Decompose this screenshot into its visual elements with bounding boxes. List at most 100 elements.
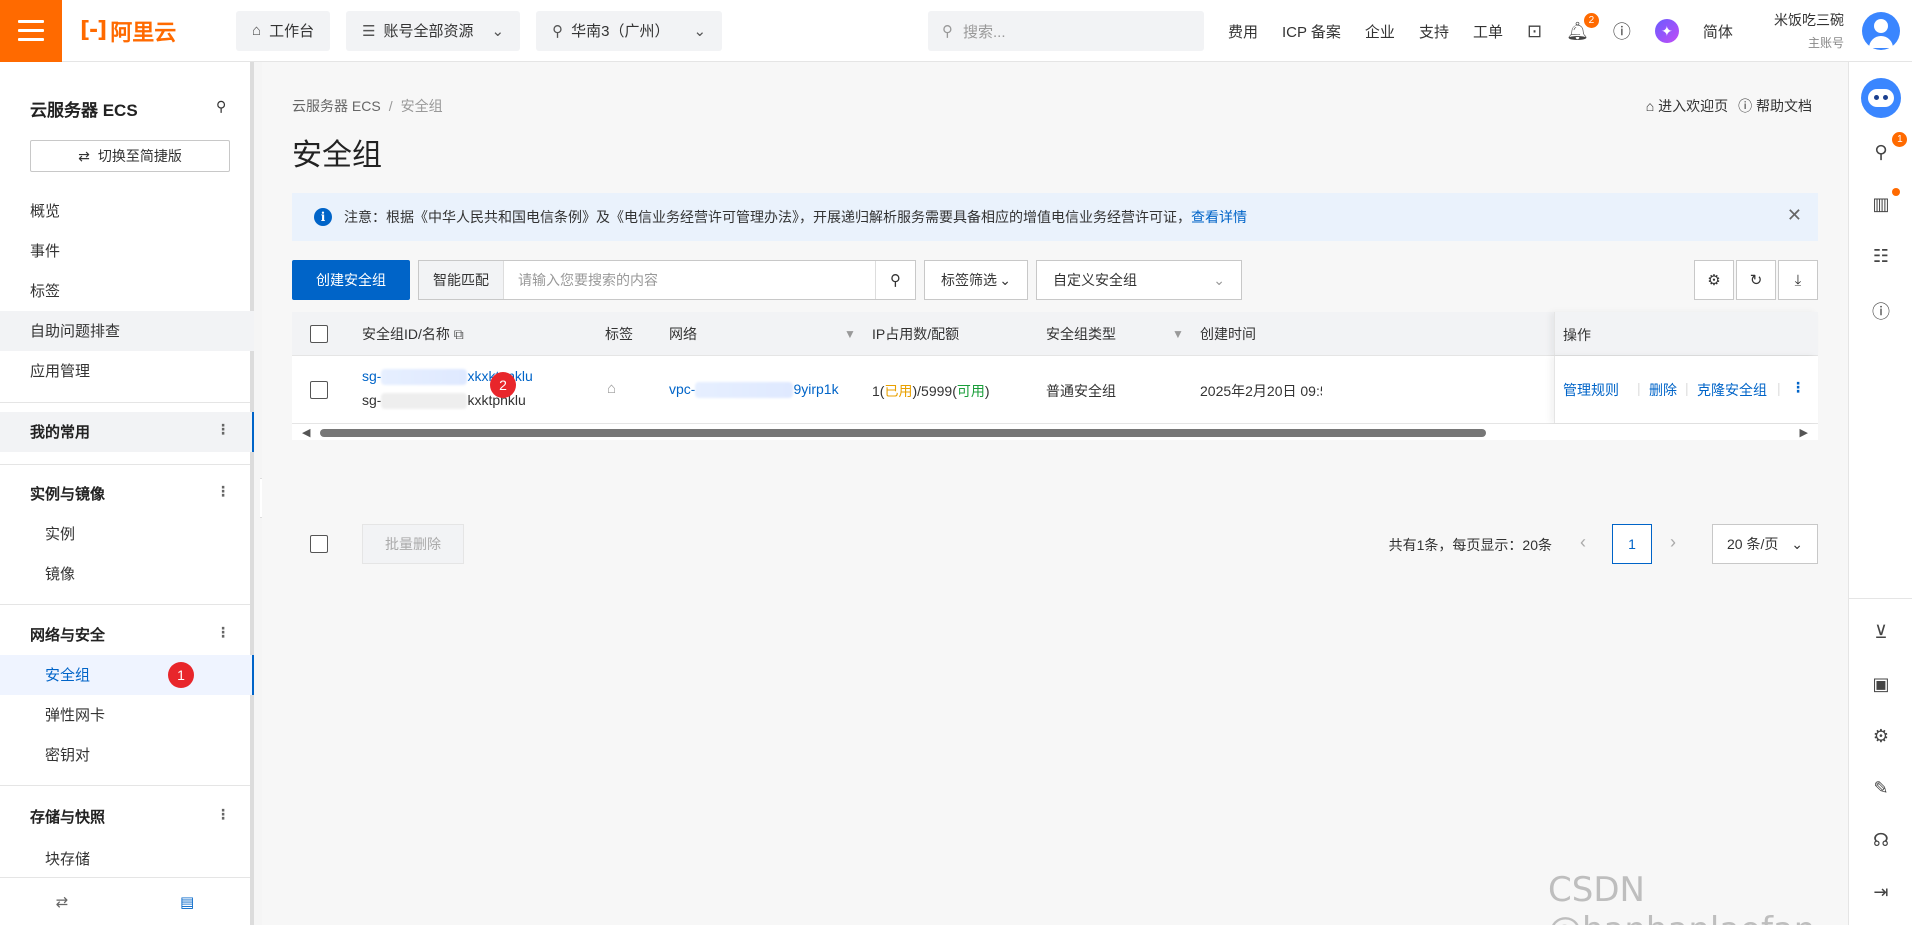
more-icon[interactable]: ⋮ — [216, 624, 230, 641]
help-icon[interactable]: ⓘ — [1613, 18, 1631, 44]
chevron-down-icon: ⌄ — [1213, 271, 1225, 288]
prev-page-icon[interactable]: ‹ — [1580, 532, 1586, 553]
row-checkbox[interactable] — [310, 380, 328, 399]
tag-icon[interactable]: ⌂ — [607, 380, 616, 397]
ai-assistant-icon[interactable]: ✦ — [1654, 19, 1679, 43]
custom-group-select[interactable]: 自定义安全组 ⌄ — [1036, 260, 1242, 300]
swap-icon[interactable]: ⇄ — [56, 893, 69, 911]
user-account[interactable]: 米饭吃三碗 主账号 — [1774, 10, 1844, 51]
notification-badge: 2 — [1583, 12, 1599, 28]
ip-usage: 1(已用)/5999(可用) — [872, 383, 990, 399]
header-network: 网络 — [669, 325, 697, 342]
breadcrumb-ecs[interactable]: 云服务器 ECS — [292, 98, 381, 114]
search-icon[interactable]: ⚲ 1 — [1849, 132, 1912, 163]
welcome-page-link[interactable]: ⌂ 进入欢迎页 — [1646, 96, 1728, 116]
pagination-summary: 共有1条，每页显示：20条 — [1388, 537, 1552, 553]
top-link-ticket[interactable]: 工单 — [1473, 21, 1503, 42]
scrollbar-thumb[interactable] — [320, 429, 1486, 437]
workbench-button[interactable]: ⌂ 工作台 — [236, 10, 331, 51]
message-icon[interactable]: ▤ — [180, 893, 194, 911]
sidebar-item-images[interactable]: 镜像 — [45, 563, 75, 584]
scroll-left-icon[interactable]: ◀ — [302, 426, 310, 439]
more-icon[interactable]: ⋮ — [216, 483, 230, 500]
main-content: 云服务器 ECS / 安全组 ⌂ 进入欢迎页 ⓘ 帮助文档 安全组 i 注意：根据《… — [262, 62, 1848, 925]
chevron-down-icon: ⌄ — [999, 271, 1011, 288]
sidebar-item-keypair[interactable]: 密钥对 — [45, 744, 90, 765]
select-all-checkbox[interactable] — [310, 324, 328, 343]
language-switch[interactable]: 简体 — [1703, 21, 1733, 42]
region-dropdown[interactable]: ⚲ 华南3（广州） ⌄ — [536, 10, 723, 51]
manage-rules-link[interactable]: 管理规则 — [1563, 380, 1619, 400]
sidebar-item-overview[interactable]: 概览 — [30, 200, 60, 221]
footer-select-all-checkbox[interactable] — [310, 535, 328, 553]
sidebar-item-app-management[interactable]: 应用管理 — [30, 360, 90, 381]
refresh-icon[interactable]: ↻ — [1736, 260, 1776, 300]
hamburger-menu-button[interactable] — [0, 0, 62, 62]
vpc-link[interactable]: vpc-x9yirp1k — [669, 381, 839, 399]
page-1-button[interactable]: 1 — [1612, 524, 1652, 564]
sidebar-group-instances[interactable]: 实例与镜像 — [30, 483, 105, 504]
top-link-support[interactable]: 支持 — [1419, 21, 1449, 42]
switch-simple-mode-button[interactable]: ⇄ 切换至简捷版 — [30, 140, 230, 172]
sidebar-item-events[interactable]: 事件 — [30, 240, 60, 261]
settings-icon[interactable]: ⚙ — [1694, 260, 1734, 300]
header-created: 创建时间 — [1200, 325, 1256, 342]
sidebar-group-storage[interactable]: 存储与快照 — [30, 806, 105, 827]
clone-security-group-link[interactable]: 克隆安全组 — [1697, 380, 1767, 400]
create-security-group-button[interactable]: 创建安全组 — [292, 260, 410, 300]
top-link-billing[interactable]: 费用 — [1228, 21, 1258, 42]
resources-dropdown[interactable]: ☰ 账号全部资源 ⌄ — [346, 10, 521, 51]
terminal-icon[interactable]: ⊡ — [1527, 21, 1542, 42]
aliyun-logo[interactable]: [-] 阿里云 — [80, 15, 200, 47]
sidebar-item-tags[interactable]: 标签 — [30, 280, 60, 301]
tag-filter-dropdown[interactable]: 标签筛选 ⌄ — [924, 260, 1028, 300]
sidebar-item-security-group[interactable]: 安全组 — [45, 664, 90, 685]
top-link-enterprise[interactable]: 企业 — [1365, 21, 1395, 42]
headset-icon[interactable]: ☊ — [1849, 830, 1912, 851]
ai-robot-icon[interactable] — [1849, 78, 1912, 118]
notice-detail-link[interactable]: 查看详情 — [1191, 207, 1247, 227]
top-link-icp[interactable]: ICP 备案 — [1282, 21, 1341, 42]
cart-icon[interactable]: ⊻ — [1849, 622, 1912, 643]
more-icon[interactable]: ⋮ — [1791, 379, 1805, 396]
edit-icon[interactable]: ✎ — [1849, 778, 1912, 799]
sidebar-item-troubleshoot[interactable]: 自助问题排查 — [30, 320, 120, 341]
table-header: 安全组ID/名称 ⧉ 标签 网络 ▼ IP占用数/配额 安全组类型 ▼ 创建时间… — [292, 312, 1818, 356]
sidebar-item-instances[interactable]: 实例 — [45, 523, 75, 544]
download-icon[interactable]: ⤓ — [1778, 260, 1818, 300]
sidebar-group-network[interactable]: 网络与安全 — [30, 624, 105, 645]
help-docs-link[interactable]: ⓘ 帮助文档 — [1738, 96, 1812, 116]
avatar[interactable] — [1862, 12, 1900, 50]
help-icon[interactable]: ⓘ — [1849, 298, 1912, 324]
checklist-icon[interactable]: ☷ — [1849, 246, 1912, 267]
filter-icon[interactable]: ▼ — [844, 327, 856, 341]
book-icon[interactable]: ▥ — [1849, 188, 1912, 215]
horizontal-scrollbar[interactable]: ◀ ▶ — [292, 424, 1818, 440]
search-icon[interactable]: ⚲ — [216, 98, 226, 115]
sidebar-item-eni[interactable]: 弹性网卡 — [45, 704, 105, 725]
next-page-icon[interactable]: › — [1670, 532, 1676, 553]
scroll-right-icon[interactable]: ▶ — [1800, 426, 1808, 439]
filter-icon[interactable]: ▼ — [1172, 327, 1184, 341]
header-actions: 操作 — [1563, 327, 1591, 343]
info-icon: i — [314, 208, 332, 226]
search-input[interactable]: 请输入您要搜索的内容 — [504, 270, 875, 290]
match-mode-select[interactable]: 智能匹配 — [419, 261, 504, 299]
icp-icon[interactable]: ▣ — [1849, 674, 1912, 695]
more-icon[interactable]: ⋮ — [216, 421, 230, 438]
sidebar-group-favorites[interactable]: 我的常用 — [30, 421, 90, 442]
delete-link[interactable]: 删除 — [1649, 380, 1677, 400]
batch-delete-button[interactable]: 批量删除 — [362, 524, 464, 564]
sidebar-item-block-storage[interactable]: 块存储 — [45, 848, 90, 869]
global-search-input[interactable]: ⚲ 搜索... — [928, 11, 1204, 51]
bell-icon[interactable]: 🔔︎ 2 — [1566, 12, 1599, 42]
close-icon[interactable]: ✕ — [1787, 205, 1802, 226]
copy-icon[interactable]: ⧉ — [454, 326, 464, 342]
page-links: ⌂ 进入欢迎页 ⓘ 帮助文档 — [1646, 96, 1812, 116]
divider — [0, 464, 250, 465]
gear-icon[interactable]: ⚙ — [1849, 726, 1912, 747]
search-icon[interactable]: ⚲ — [875, 261, 915, 299]
more-icon[interactable]: ⋮ — [216, 806, 230, 823]
sidebar-title: 云服务器 ECS — [30, 101, 138, 120]
page-size-select[interactable]: 20 条/页 ⌄ — [1712, 524, 1818, 564]
